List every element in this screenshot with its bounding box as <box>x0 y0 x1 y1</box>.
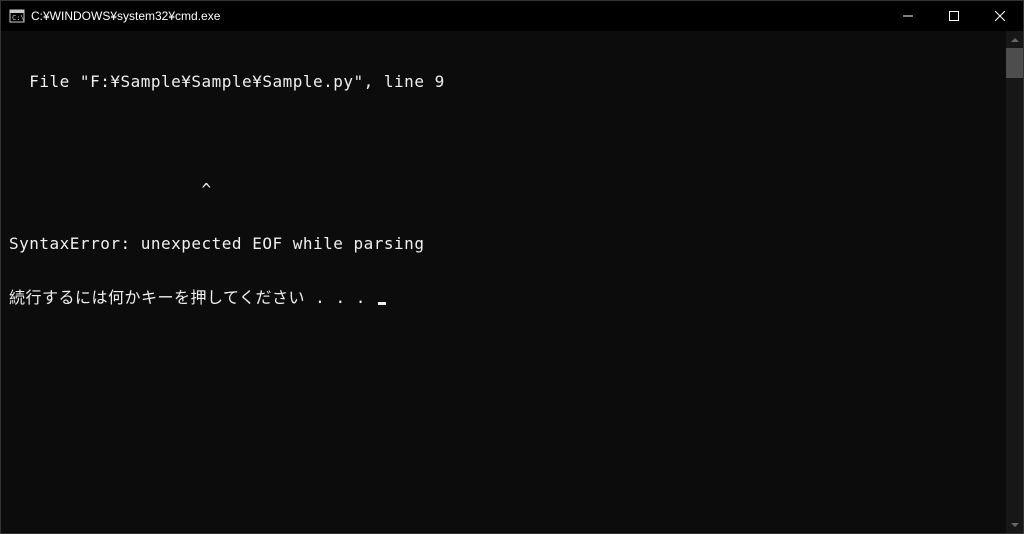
scroll-up-button[interactable] <box>1006 31 1023 48</box>
minimize-button[interactable] <box>885 1 931 31</box>
content-wrapper: File "F:¥Sample¥Sample¥Sample.py", line … <box>1 31 1023 533</box>
maximize-button[interactable] <box>931 1 977 31</box>
scroll-thumb[interactable] <box>1006 48 1023 78</box>
svg-text:C:\: C:\ <box>12 14 25 22</box>
cursor <box>378 302 386 305</box>
terminal-line: SyntaxError: unexpected EOF while parsin… <box>9 235 998 253</box>
window-controls <box>885 1 1023 31</box>
scroll-down-button[interactable] <box>1006 516 1023 533</box>
terminal-line <box>9 127 998 145</box>
cmd-window: C:\ C:¥WINDOWS¥system32¥cmd.exe <box>0 0 1024 534</box>
titlebar[interactable]: C:\ C:¥WINDOWS¥system32¥cmd.exe <box>1 1 1023 31</box>
vertical-scrollbar[interactable] <box>1006 31 1023 533</box>
cmd-icon: C:\ <box>9 8 25 24</box>
terminal-output[interactable]: File "F:¥Sample¥Sample¥Sample.py", line … <box>1 31 1006 533</box>
terminal-line: ^ <box>9 181 998 199</box>
terminal-line: 続行するには何かキーを押してください . . . <box>9 289 998 307</box>
close-button[interactable] <box>977 1 1023 31</box>
window-title: C:¥WINDOWS¥system32¥cmd.exe <box>31 9 885 23</box>
terminal-line: File "F:¥Sample¥Sample¥Sample.py", line … <box>9 73 998 91</box>
